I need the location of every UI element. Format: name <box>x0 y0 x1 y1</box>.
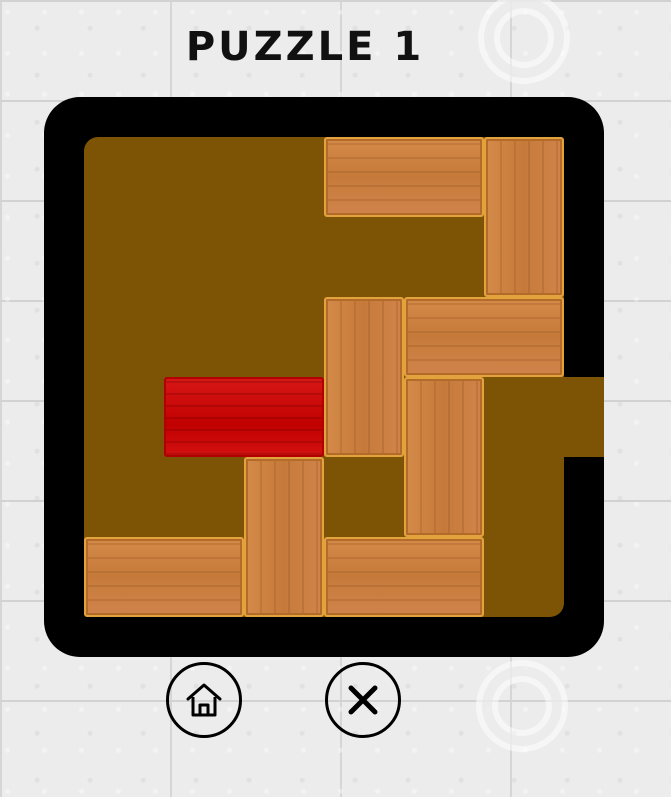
close-button[interactable] <box>325 662 401 738</box>
close-icon <box>348 685 378 715</box>
wood-block[interactable] <box>484 137 564 297</box>
home-button[interactable] <box>166 662 242 738</box>
wood-block[interactable] <box>324 537 484 617</box>
swirl-decoration <box>476 660 568 752</box>
wood-block[interactable] <box>324 137 484 217</box>
target-block[interactable] <box>164 377 324 457</box>
wood-block[interactable] <box>324 297 404 457</box>
puzzle-title: PUZZLE 1 <box>185 24 425 70</box>
wood-block[interactable] <box>404 377 484 537</box>
wood-block[interactable] <box>84 537 244 617</box>
board-exit <box>563 377 604 457</box>
home-icon <box>186 683 222 717</box>
wood-block[interactable] <box>404 297 564 377</box>
wood-block[interactable] <box>244 457 324 617</box>
